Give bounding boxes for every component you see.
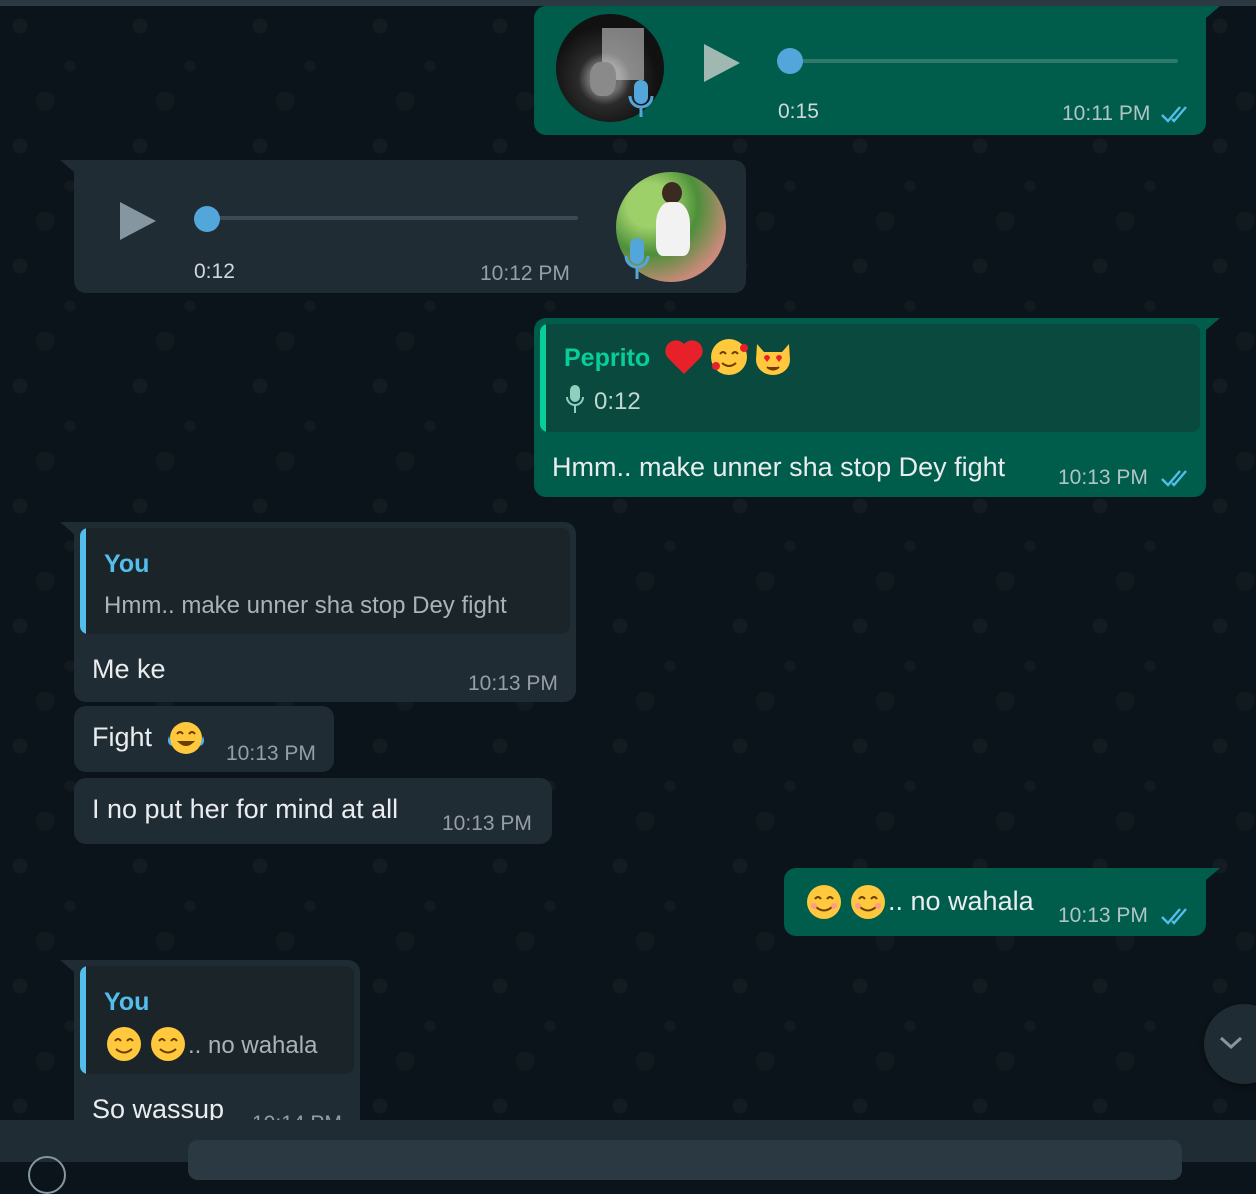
photo-figure (590, 62, 616, 96)
photo-head (662, 182, 682, 204)
voice-progress-knob[interactable] (194, 206, 220, 232)
outgoing-reply-message[interactable]: Peprito 0:12 Hmm.. make unner sha stop D… (534, 318, 1220, 497)
tears-of-joy-emoji (168, 722, 204, 754)
message-time: 10:13 PM (1058, 466, 1148, 489)
message-time: 10:12 PM (480, 262, 570, 285)
microphone-icon (566, 385, 584, 413)
smiling-face-emoji (851, 885, 885, 919)
bubble-tail (60, 522, 74, 534)
quoted-message[interactable]: You Hmm.. make unner sha stop Dey fight (80, 528, 570, 634)
photo-dress (656, 202, 690, 256)
voice-progress-knob[interactable] (777, 48, 803, 74)
message-time: 10:13 PM (1058, 904, 1148, 927)
message-input[interactable] (188, 1140, 1182, 1180)
double-check-read-icon (1161, 908, 1187, 925)
microphone-icon (624, 238, 650, 279)
incoming-reply-message[interactable]: You .. no wahala So wassup 10:14 PM (60, 960, 360, 1120)
outgoing-text-message[interactable]: .. no wahala 10:13 PM (784, 868, 1220, 936)
quoted-message[interactable]: Peprito 0:12 (540, 324, 1200, 432)
message-text: Me ke (92, 654, 166, 684)
message-time: 10:14 PM (252, 1112, 342, 1120)
bubble-tail (60, 960, 74, 972)
message-text: Fight (92, 722, 153, 752)
quote-text: 0:12 (594, 388, 641, 415)
heart-eyes-cat-emoji (756, 344, 790, 375)
voice-progress-track[interactable] (206, 216, 578, 220)
outgoing-voice-message[interactable]: 0:15 10:11 PM (534, 6, 1220, 135)
smiling-face-emoji (807, 885, 841, 919)
quote-bar (80, 528, 86, 634)
incoming-reply-message[interactable]: You Hmm.. make unner sha stop Dey fight … (60, 522, 576, 702)
double-check-read-icon (1161, 470, 1187, 487)
quoted-message[interactable]: You .. no wahala (80, 966, 354, 1074)
microphone-icon (628, 80, 654, 117)
voice-duration: 0:12 (194, 260, 235, 283)
message-text: I no put her for mind at all (92, 794, 399, 824)
bubble-tail (1206, 868, 1220, 880)
quote-bar (540, 324, 546, 432)
message-time: 10:13 PM (226, 742, 316, 765)
incoming-text-message[interactable]: I no put her for mind at all 10:13 PM (74, 778, 552, 844)
chat-area[interactable]: 0:15 10:11 PM 0:12 10:12 PM Peprito 0:12… (0, 6, 1256, 1120)
smiling-face-with-hearts-emoji (711, 339, 748, 375)
message-time: 10:13 PM (442, 812, 532, 835)
double-check-read-icon (1161, 106, 1187, 123)
voice-duration: 0:15 (778, 100, 819, 123)
message-text: .. no wahala (888, 886, 1034, 916)
quote-text: Hmm.. make unner sha stop Dey fight (104, 592, 507, 619)
message-time: 10:11 PM (1062, 102, 1151, 125)
smiling-face-emoji (151, 1027, 185, 1061)
voice-progress-track[interactable] (790, 59, 1178, 63)
quote-text: .. no wahala (188, 1032, 318, 1059)
quote-bar (80, 966, 86, 1074)
quote-sender-name: You (104, 550, 150, 578)
message-time: 10:13 PM (468, 672, 558, 695)
chevron-down-icon (1219, 1036, 1243, 1050)
quote-sender-name: You (104, 988, 150, 1016)
quote-sender-name: Peprito (564, 344, 651, 372)
incoming-voice-message[interactable]: 0:12 10:12 PM (60, 160, 746, 293)
red-heart-emoji (665, 340, 703, 374)
smiling-face-emoji (107, 1027, 141, 1061)
incoming-text-message[interactable]: Fight 10:13 PM (74, 706, 334, 772)
message-text: Hmm.. make unner sha stop Dey fight (552, 452, 1006, 482)
bubble-tail (1206, 318, 1220, 330)
message-text: So wassup (92, 1094, 225, 1120)
bubble-tail (1206, 6, 1220, 18)
bubble-tail (60, 160, 74, 172)
play-icon[interactable] (118, 200, 158, 242)
play-icon[interactable] (702, 42, 742, 84)
